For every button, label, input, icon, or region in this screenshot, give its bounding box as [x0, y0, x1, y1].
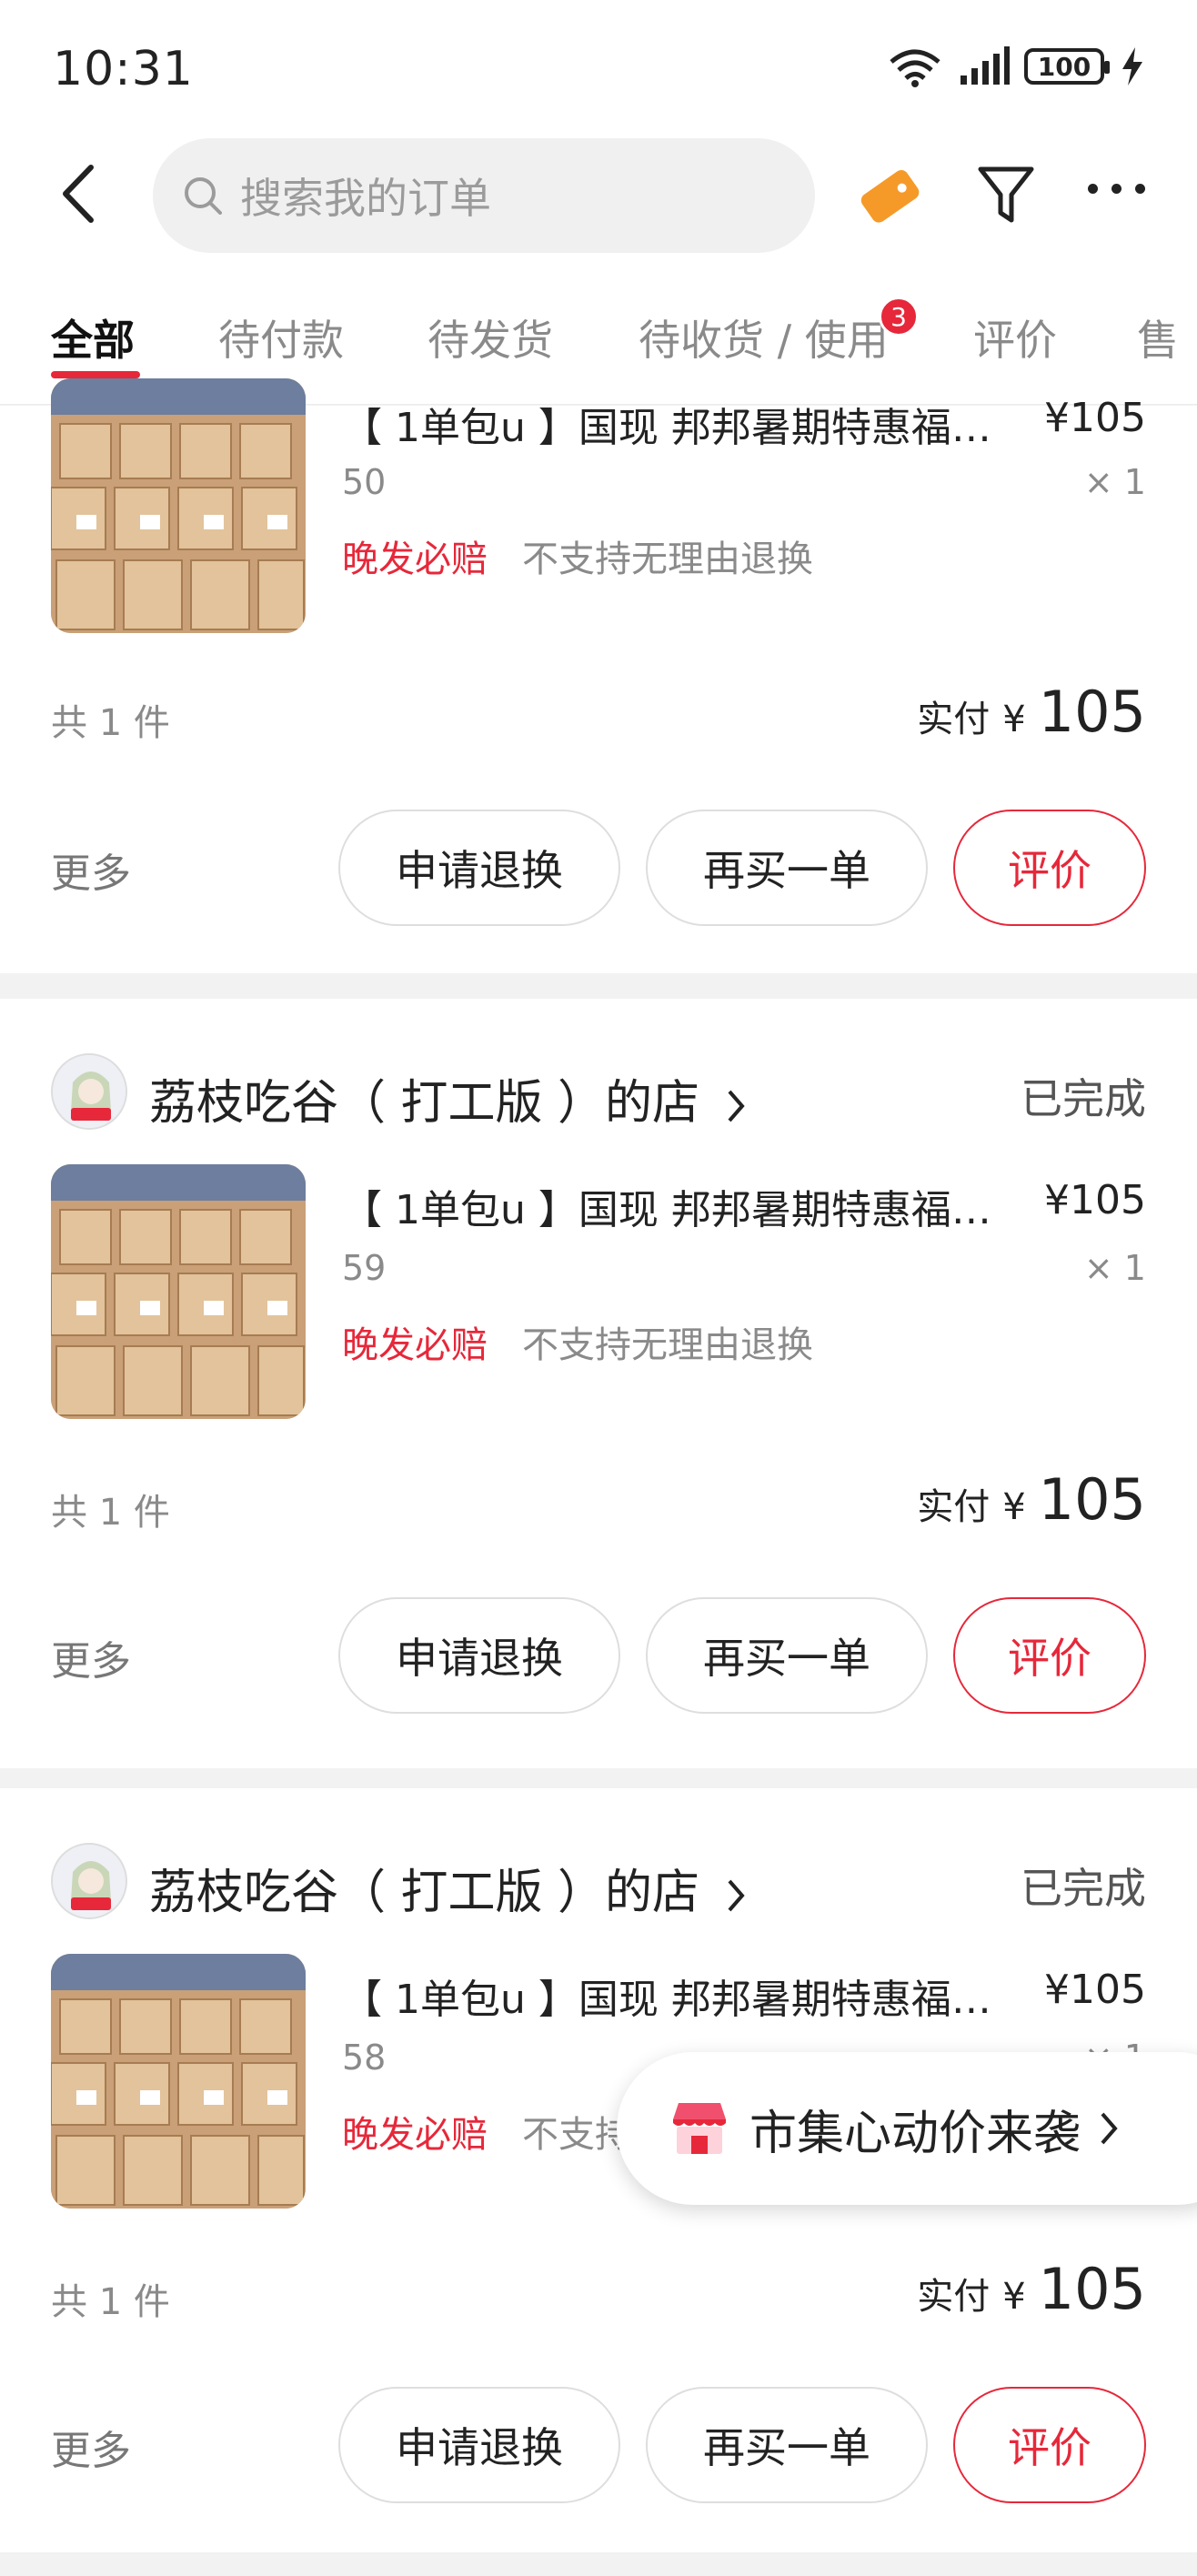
- status-bar: 10:31 100: [0, 0, 1197, 136]
- search-icon: [185, 177, 222, 215]
- tab-pending-receipt[interactable]: 待收货 / 使用: [639, 307, 889, 367]
- order-status: 已完成: [1021, 1864, 1146, 1913]
- shop-header[interactable]: 荔枝吃谷（ 打工版 ）的店 已完成: [51, 1841, 1146, 1923]
- market-store-icon: [673, 2103, 726, 2154]
- item-price: ¥105: [1044, 395, 1146, 441]
- item-count: 共 1 件: [51, 702, 170, 744]
- paid-amount: 实付 ¥ 105: [917, 679, 1146, 745]
- search-input[interactable]: 搜索我的订单: [153, 138, 815, 253]
- review-button[interactable]: 评价: [953, 810, 1146, 926]
- item-spec: 59: [342, 1248, 387, 1288]
- item-title[interactable]: 【 1单包u 】国现 邦邦暑期特惠福…: [342, 395, 1033, 453]
- item-count: 共 1 件: [51, 2281, 170, 2323]
- order-card: 【 1单包u 】国现 邦邦暑期特惠福… ¥105 50 × 1 晚发必赔 不支持…: [0, 378, 1197, 973]
- avatar: [51, 1843, 127, 1919]
- promo-text: 市集心动价来袭: [749, 2106, 1081, 2161]
- buy-again-button[interactable]: 再买一单: [646, 810, 928, 926]
- item-price: ¥105: [1044, 1967, 1146, 2013]
- order-status: 已完成: [1021, 1074, 1146, 1123]
- tab-pending-shipment[interactable]: 待发货: [428, 307, 553, 367]
- no-return-tag: 不支持无理由退换: [522, 1324, 813, 1366]
- item-title[interactable]: 【 1单包u 】国现 邦邦暑期特惠福…: [342, 1967, 1033, 2025]
- currency-symbol: ¥: [1002, 699, 1026, 740]
- no-return-tag: 不支持无理由退换: [522, 538, 813, 580]
- chevron-right-icon: [1101, 2112, 1118, 2145]
- charging-icon: [1122, 47, 1142, 86]
- chevron-right-icon: [728, 1879, 745, 1912]
- more-actions-link[interactable]: 更多: [51, 2418, 131, 2476]
- battery-level: 100: [1037, 51, 1091, 82]
- product-thumbnail[interactable]: [51, 1164, 306, 1419]
- paid-label: 实付: [917, 699, 991, 740]
- request-refund-button[interactable]: 申请退换: [338, 810, 620, 926]
- chevron-right-icon: [728, 1090, 745, 1122]
- item-spec: 58: [342, 2038, 387, 2078]
- request-refund-button[interactable]: 申请退换: [338, 1597, 620, 1714]
- tab-badge-count: 3: [879, 297, 919, 337]
- product-thumbnail[interactable]: [51, 378, 306, 633]
- more-actions-link[interactable]: 更多: [51, 1628, 131, 1686]
- item-quantity: × 1: [1083, 462, 1146, 502]
- battery-icon: 100: [1024, 48, 1110, 85]
- tab-review[interactable]: 评价: [973, 307, 1057, 367]
- avatar: [51, 1053, 127, 1130]
- paid-amount: 实付 ¥ 105: [917, 2256, 1146, 2322]
- buy-again-button[interactable]: 再买一单: [646, 2387, 928, 2503]
- order-card: 荔枝吃谷（ 打工版 ）的店 已完成 【 1单包u 】国现 邦邦暑期特惠福… ¥1…: [0, 999, 1197, 1768]
- buy-again-button[interactable]: 再买一单: [646, 1597, 928, 1714]
- paid-value: 105: [1038, 679, 1146, 745]
- tab-active-indicator: [51, 371, 140, 378]
- review-button[interactable]: 评价: [953, 1597, 1146, 1714]
- item-title[interactable]: 【 1单包u 】国现 邦邦暑期特惠福…: [342, 1177, 1033, 1235]
- search-placeholder: 搜索我的订单: [240, 174, 491, 223]
- item-price: ¥105: [1044, 1177, 1146, 1223]
- late-delivery-tag: 晚发必赔: [342, 1324, 488, 1366]
- status-icons: 100: [886, 45, 1146, 87]
- market-promo-banner[interactable]: 市集心动价来袭: [617, 2052, 1197, 2205]
- status-time: 10:31: [53, 42, 194, 96]
- currency-symbol: ¥: [1002, 1486, 1026, 1528]
- shop-header[interactable]: 荔枝吃谷（ 打工版 ）的店 已完成: [51, 1052, 1146, 1133]
- review-button[interactable]: 评价: [953, 2387, 1146, 2503]
- coupon-icon[interactable]: [855, 164, 924, 227]
- back-arrow-icon[interactable]: [56, 162, 102, 226]
- tab-pending-payment[interactable]: 待付款: [218, 307, 344, 367]
- filter-icon[interactable]: [977, 164, 1035, 227]
- shop-name-text: 荔枝吃谷（ 打工版 ）的店: [149, 1866, 700, 1920]
- product-thumbnail[interactable]: [51, 1954, 306, 2209]
- tab-all[interactable]: 全部: [51, 307, 135, 367]
- late-delivery-tag: 晚发必赔: [342, 538, 488, 580]
- item-spec: 50: [342, 462, 387, 502]
- paid-label: 实付: [917, 1486, 991, 1528]
- more-icon[interactable]: [1088, 184, 1145, 194]
- wifi-icon: [890, 49, 940, 87]
- signal-icon: [961, 46, 1010, 85]
- item-quantity: × 1: [1083, 1248, 1146, 1288]
- currency-symbol: ¥: [1002, 2276, 1026, 2318]
- shop-name[interactable]: 荔枝吃谷（ 打工版 ）的店: [149, 1064, 748, 1132]
- paid-amount: 实付 ¥ 105: [917, 1466, 1146, 1533]
- shop-name-text: 荔枝吃谷（ 打工版 ）的店: [149, 1076, 700, 1131]
- paid-label: 实付: [917, 2276, 991, 2318]
- shop-name[interactable]: 荔枝吃谷（ 打工版 ）的店: [149, 1854, 748, 1922]
- more-actions-link[interactable]: 更多: [51, 840, 131, 899]
- paid-value: 105: [1038, 2256, 1146, 2322]
- request-refund-button[interactable]: 申请退换: [338, 2387, 620, 2503]
- tab-after-sales[interactable]: 售: [1137, 307, 1179, 367]
- late-delivery-tag: 晚发必赔: [342, 2114, 488, 2156]
- paid-value: 105: [1038, 1466, 1146, 1533]
- top-navigation-bar: 搜索我的订单: [0, 136, 1197, 255]
- item-count: 共 1 件: [51, 1492, 170, 1534]
